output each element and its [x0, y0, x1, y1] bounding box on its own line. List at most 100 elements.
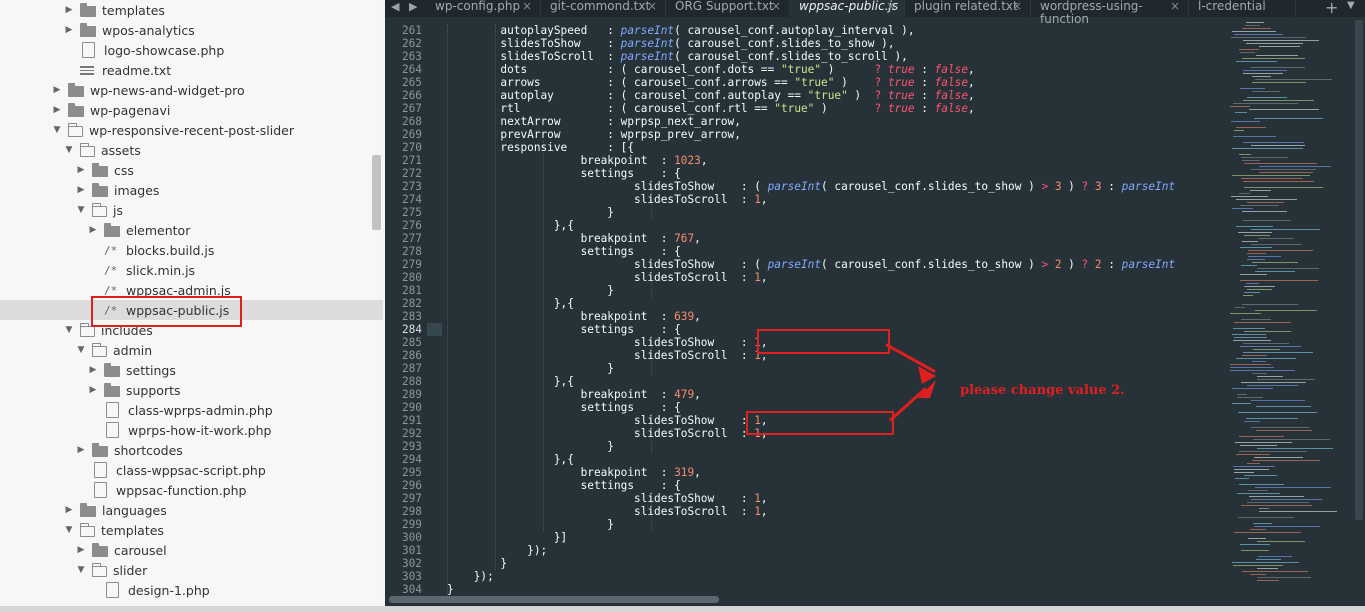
chevron-down-icon[interactable]: ▼ — [76, 200, 86, 220]
close-icon[interactable]: × — [1012, 0, 1022, 13]
chevron-right-icon[interactable]: ▶ — [52, 80, 62, 100]
tree-folder[interactable]: ▶ css — [0, 160, 383, 180]
tree-file[interactable]: class-wprps-admin.php — [0, 400, 383, 420]
minimap-line — [1255, 271, 1295, 272]
line-number: 294 — [401, 453, 422, 466]
chevron-right-icon[interactable]: ▶ — [76, 540, 86, 560]
new-tab-icon[interactable]: + — [1325, 0, 1338, 17]
tree-folder[interactable]: ▶ settings — [0, 360, 383, 380]
editor-tab[interactable]: l-credential — [1188, 0, 1296, 17]
chevron-right-icon[interactable]: ▶ — [64, 20, 74, 40]
tree-folder[interactable]: ▶ supports — [0, 380, 383, 400]
chevron-down-icon[interactable]: ▼ — [64, 520, 74, 540]
chevron-right-icon[interactable]: ▶ — [88, 380, 98, 400]
tree-folder[interactable]: ▶ templates — [0, 0, 383, 20]
tree-folder[interactable]: ▶ images — [0, 180, 383, 200]
line-number: 280 — [401, 271, 422, 284]
tree-folder[interactable]: ▶ wpos-analytics — [0, 20, 383, 40]
code-editor[interactable]: ◀ ▶ + ▼ wp-config.php × git-commond.txt × OR… — [385, 0, 1365, 606]
arrowhead-icon — [918, 380, 936, 398]
tree-folder[interactable]: ▼ wp-responsive-recent-post-slider — [0, 120, 383, 140]
tree-item-label: assets — [101, 142, 141, 158]
horizontal-scrollbar[interactable] — [389, 596, 719, 603]
minimap[interactable] — [1230, 22, 1340, 592]
chevron-down-icon[interactable]: ▼ — [76, 340, 86, 360]
tree-file[interactable]: wprps-how-it-work.php — [0, 420, 383, 440]
minimap-line — [1242, 304, 1298, 305]
tree-folder[interactable]: ▼ js — [0, 200, 383, 220]
chevron-right-icon[interactable]: ▶ — [52, 100, 62, 120]
vertical-scrollbar[interactable] — [1355, 20, 1363, 520]
chevron-right-icon[interactable]: ▶ — [64, 0, 74, 20]
minimap-line — [1237, 394, 1247, 395]
chevron-down-icon[interactable]: ▼ — [52, 120, 62, 140]
minimap-line — [1237, 397, 1263, 398]
tree-file[interactable]: class-wppsac-script.php — [0, 460, 383, 480]
chevron-right-icon[interactable]: ▶ — [76, 440, 86, 460]
code-text: settings : { — [447, 245, 681, 258]
minimap-line — [1259, 166, 1331, 167]
chevron-down-icon[interactable]: ▼ — [76, 560, 86, 580]
tree-file[interactable]: readme.txt — [0, 60, 383, 80]
close-icon[interactable]: × — [647, 0, 657, 13]
folder-icon — [104, 222, 120, 237]
chevron-right-icon[interactable]: ▶ — [88, 220, 98, 240]
editor-tab[interactable]: wppsac-public.js × — [789, 0, 905, 17]
tree-folder[interactable]: ▶ wp-news-and-widget-pro — [0, 80, 383, 100]
close-icon[interactable]: × — [886, 0, 896, 13]
editor-tab[interactable]: wordpress-using-function × — [1030, 0, 1189, 26]
chevron-right-icon[interactable]: ▶ — [64, 500, 74, 520]
tree-file[interactable]: wppsac-function.php — [0, 480, 383, 500]
tree-file[interactable]: /* slick.min.js — [0, 260, 383, 280]
tab-nav-arrows-icon[interactable]: ◀ ▶ — [391, 0, 420, 13]
minimap-line — [1239, 451, 1307, 452]
tree-file[interactable]: /* blocks.build.js — [0, 240, 383, 260]
minimap-line — [1250, 574, 1266, 575]
chevron-right-icon[interactable]: ▶ — [76, 180, 86, 200]
folder-open-icon — [79, 522, 95, 537]
sidebar-scrollbar[interactable] — [372, 155, 381, 230]
minimap-line — [1247, 97, 1287, 98]
editor-tab[interactable]: wp-config.php × — [425, 0, 541, 17]
editor-tab[interactable]: plugin related.txt × — [904, 0, 1031, 17]
minimap-line — [1252, 262, 1298, 263]
tree-file[interactable]: design-1.php — [0, 580, 383, 600]
chevron-down-icon[interactable]: ▼ — [64, 320, 74, 340]
minimap-line — [1247, 253, 1266, 254]
tree-folder[interactable]: ▼ assets — [0, 140, 383, 160]
close-icon[interactable]: × — [522, 0, 532, 13]
tree-folder[interactable]: ▶ languages — [0, 500, 383, 520]
tree-folder[interactable]: ▼ templates — [0, 520, 383, 540]
chevron-right-icon[interactable]: ▶ — [76, 160, 86, 180]
minimap-line — [1257, 568, 1278, 569]
tree-folder[interactable]: ▶ shortcodes — [0, 440, 383, 460]
minimap-line — [1238, 517, 1294, 518]
editor-tab[interactable]: ORG Support.txt × — [665, 0, 790, 17]
minimap-line — [1236, 199, 1297, 200]
minimap-line — [1242, 241, 1258, 242]
minimap-line — [1244, 187, 1323, 188]
tree-file[interactable]: logo-showcase.php — [0, 40, 383, 60]
tree-folder[interactable]: ▶ wp-pagenavi — [0, 100, 383, 120]
chevron-down-icon[interactable]: ▼ — [64, 140, 74, 160]
minimap-line — [1239, 154, 1251, 155]
tree-item-label: wp-responsive-recent-post-slider — [89, 122, 295, 138]
editor-tab[interactable]: git-commond.txt × — [540, 0, 666, 17]
line-number: 304 — [401, 583, 422, 596]
tree-folder[interactable]: ▼ slider — [0, 560, 383, 580]
code-text: rtl : ( carousel_conf.rtl == "true" ) ? … — [447, 102, 975, 115]
minimap-line — [1254, 118, 1323, 119]
close-icon[interactable]: × — [771, 0, 781, 13]
tree-folder[interactable]: ▶ elementor — [0, 220, 383, 240]
tree-folder[interactable]: ▼ admin — [0, 340, 383, 360]
close-icon[interactable]: × — [1170, 0, 1180, 13]
chevron-right-icon[interactable]: ▶ — [88, 360, 98, 380]
line-number: 285 — [401, 336, 422, 349]
tree-folder[interactable]: ▶ carousel — [0, 540, 383, 560]
minimap-line — [1257, 580, 1279, 581]
minimap-line — [1252, 361, 1266, 362]
tab-menu-icon[interactable]: ▼ — [1347, 0, 1355, 11]
minimap-line — [1243, 142, 1304, 143]
code-area[interactable]: 261 autoplaySpeed : parseInt( carousel_c… — [385, 24, 1225, 596]
